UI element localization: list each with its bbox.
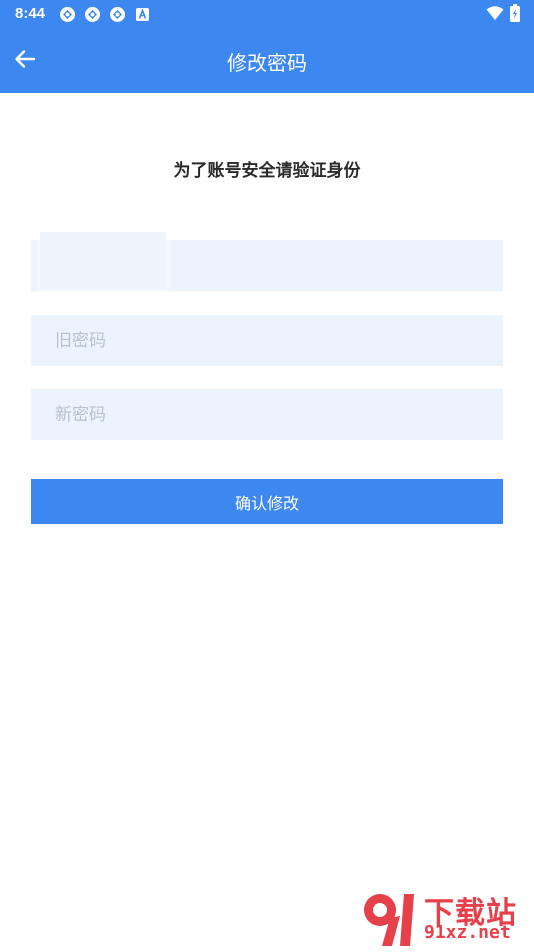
sync-icon (108, 5, 126, 23)
watermark-url-text: 91xz.net (424, 922, 511, 943)
status-notification-icons (58, 5, 151, 23)
watermark-logo (360, 888, 422, 952)
status-system-icons (486, 4, 520, 26)
status-bar: 8:44 (0, 0, 534, 28)
verify-identity-text: 为了账号安全请验证身份 (0, 156, 534, 181)
page-title: 修改密码 (0, 47, 534, 76)
old-password-field[interactable] (31, 315, 503, 366)
wifi-icon (486, 5, 504, 25)
watermark: 下载站 91xz.net (360, 888, 530, 948)
sync-icon (83, 5, 101, 23)
new-password-field[interactable] (31, 389, 503, 440)
confirm-change-button[interactable]: 确认修改 (31, 479, 503, 524)
battery-icon (510, 4, 520, 26)
status-time: 8:44 (15, 5, 45, 22)
sync-icon (58, 5, 76, 23)
account-value-blurred (40, 232, 166, 290)
app-bar: 修改密码 (0, 28, 534, 93)
a-icon (133, 5, 151, 23)
